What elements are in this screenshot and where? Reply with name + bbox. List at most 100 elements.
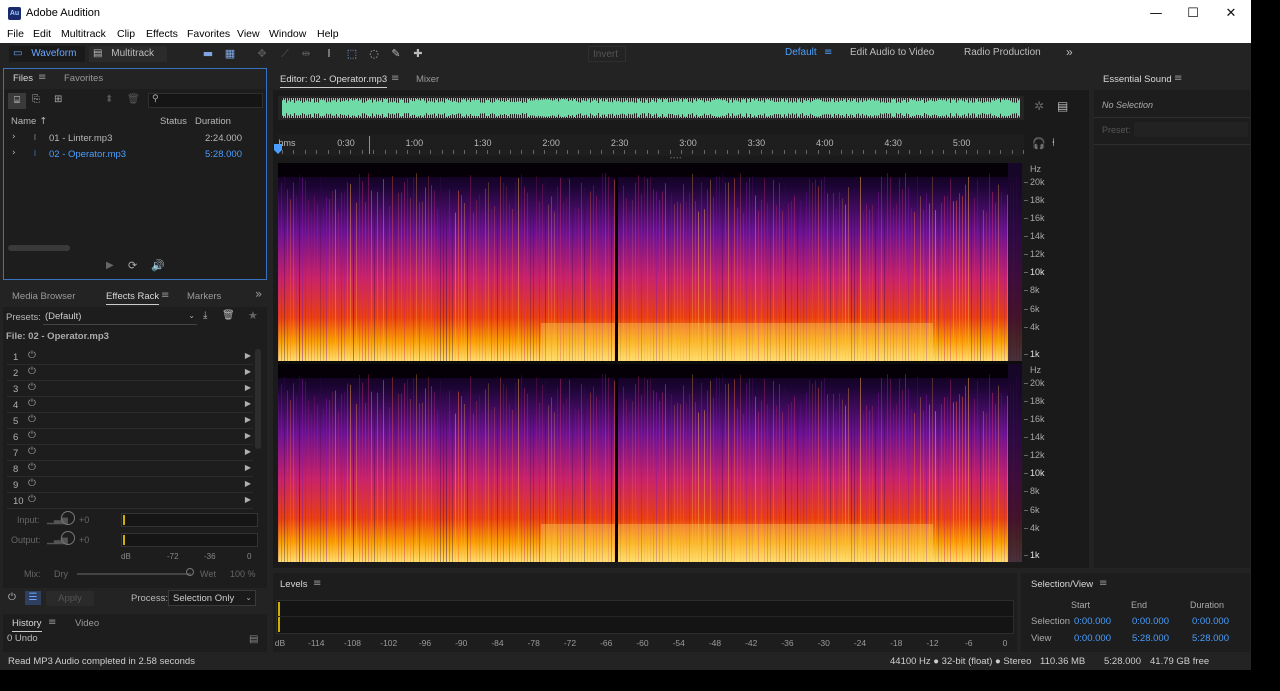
selection-end[interactable]: 0:00.000	[1132, 616, 1169, 627]
import-file-icon[interactable]: ⎘	[32, 94, 40, 105]
tab-effects-rack[interactable]: Effects Rack	[106, 291, 160, 305]
delete-file-icon[interactable]: 🗑	[127, 94, 140, 105]
tab-mixer[interactable]: Mixer	[416, 74, 439, 85]
power-icon[interactable]: ⏻	[28, 398, 36, 409]
expand-chevron-icon[interactable]: ›	[12, 132, 16, 142]
tab-history[interactable]: History	[12, 618, 42, 632]
column-duration[interactable]: Duration	[195, 116, 231, 127]
time-ruler[interactable]: hms 0:30 1:00 1:30 2:00 2:30 3:00 3:30 4:00 4:30…	[278, 134, 1024, 156]
effects-menu-icon[interactable]: ≡	[161, 290, 169, 301]
view-end[interactable]: 5:28.000	[1132, 633, 1169, 644]
power-icon[interactable]: ⏻	[28, 478, 36, 489]
zoom-to-selection-icon[interactable]: ✲	[1034, 99, 1044, 113]
rack-power-icon[interactable]: ⏻	[8, 592, 16, 603]
close-button[interactable]: ✕	[1216, 4, 1246, 24]
tab-favorites[interactable]: Favorites	[64, 73, 103, 84]
menu-file[interactable]: File	[7, 28, 24, 40]
view-duration[interactable]: 5:28.000	[1192, 633, 1229, 644]
file-row-selected[interactable]: › ⧙ 02 - Operator.mp3 5:28.000	[4, 147, 266, 163]
tab-editor[interactable]: Editor: 02 - Operator.mp3	[280, 74, 388, 88]
power-icon[interactable]: ⏻	[28, 430, 36, 441]
move-tool-icon[interactable]: ✥	[255, 47, 269, 61]
power-icon[interactable]: ⏻	[28, 414, 36, 425]
minimize-button[interactable]: —	[1141, 4, 1171, 24]
apply-button[interactable]: Apply	[46, 591, 94, 606]
show-spectral-icon[interactable]: ▦	[223, 47, 237, 61]
essential-preset-dropdown[interactable]	[1134, 122, 1248, 137]
effect-slot[interactable]: 6 ⏻ ▶	[7, 429, 253, 445]
effect-slot[interactable]: 5 ⏻ ▶	[7, 413, 253, 429]
menu-view[interactable]: View	[237, 28, 260, 40]
more-workspaces-icon[interactable]: »	[1066, 45, 1073, 59]
play-icon[interactable]: ▶	[106, 260, 114, 271]
favorite-star-icon[interactable]: ★	[248, 309, 258, 322]
autoplay-speaker-icon[interactable]: 🔊	[151, 259, 165, 272]
maximize-button[interactable]: ☐	[1178, 4, 1208, 24]
effect-slot[interactable]: 4 ⏻ ▶	[7, 397, 253, 413]
brush-tool-icon[interactable]: ✎	[389, 47, 403, 61]
power-icon[interactable]: ⏻	[28, 494, 36, 505]
mix-slider-thumb[interactable]	[186, 568, 194, 576]
workspace-default[interactable]: Default	[785, 47, 817, 58]
history-menu-icon[interactable]: ≡	[48, 617, 56, 628]
resize-grip[interactable]: ••••	[670, 156, 690, 162]
effect-slot[interactable]: 1 ⏻ ▶	[7, 349, 253, 365]
effect-slot[interactable]: 2 ⏻ ▶	[7, 365, 253, 381]
effects-scrollbar[interactable]	[255, 349, 261, 449]
effect-slot[interactable]: 3 ⏻ ▶	[7, 381, 253, 397]
slot-arrow-icon[interactable]: ▶	[245, 431, 251, 440]
slot-arrow-icon[interactable]: ▶	[245, 463, 251, 472]
expand-chevron-icon[interactable]: ›	[12, 148, 16, 158]
new-file-icon[interactable]: ⊞	[54, 94, 62, 105]
marquee-tool-icon[interactable]: ⬚	[345, 47, 359, 61]
waveform-view-button[interactable]: ▭ Waveform	[9, 46, 85, 62]
lasso-tool-icon[interactable]: ◌	[367, 47, 381, 61]
power-icon[interactable]: ⏻	[28, 446, 36, 457]
more-panels-icon[interactable]: »	[255, 287, 262, 301]
workspace-radio-production[interactable]: Radio Production	[964, 47, 1041, 58]
invert-button[interactable]: Invert	[588, 46, 626, 62]
menu-edit[interactable]: Edit	[33, 28, 51, 40]
selection-view-menu-icon[interactable]: ≡	[1099, 578, 1107, 589]
marker-pin-icon[interactable]: ⍿	[1052, 136, 1055, 150]
menu-clip[interactable]: Clip	[117, 28, 135, 40]
menu-window[interactable]: Window	[269, 28, 306, 40]
input-knob[interactable]	[61, 511, 75, 525]
selection-view-title[interactable]: Selection/View	[1031, 579, 1093, 590]
slot-arrow-icon[interactable]: ▶	[245, 495, 251, 504]
show-hud-icon[interactable]: ▤	[1057, 99, 1068, 113]
view-start[interactable]: 0:00.000	[1074, 633, 1111, 644]
column-name[interactable]: Name ↑	[11, 116, 47, 127]
spectrogram-right-channel[interactable]	[278, 364, 1022, 562]
slot-arrow-icon[interactable]: ▶	[245, 367, 251, 376]
essential-sound-title[interactable]: Essential Sound	[1103, 74, 1172, 85]
column-status[interactable]: Status	[160, 116, 187, 127]
essential-sound-menu-icon[interactable]: ≡	[1174, 73, 1182, 84]
effect-slot[interactable]: 9 ⏻ ▶	[7, 477, 253, 493]
open-file-icon[interactable]: ⌸	[8, 93, 26, 109]
multitrack-view-button[interactable]: ▤ Multitrack	[89, 46, 167, 62]
slot-arrow-icon[interactable]: ▶	[245, 399, 251, 408]
time-selection-tool-icon[interactable]: I	[322, 47, 336, 61]
slot-arrow-icon[interactable]: ▶	[245, 415, 251, 424]
tab-markers[interactable]: Markers	[187, 291, 221, 302]
files-search-input[interactable]: ⚲	[148, 93, 263, 108]
selection-start[interactable]: 0:00.000	[1074, 616, 1111, 627]
headphones-icon[interactable]: 🎧	[1032, 137, 1046, 150]
tab-files[interactable]: Files	[13, 73, 33, 84]
effect-slot[interactable]: 8 ⏻ ▶	[7, 461, 253, 477]
menu-favorites[interactable]: Favorites	[187, 28, 230, 40]
spot-healing-tool-icon[interactable]: ✚	[411, 47, 425, 61]
tab-video[interactable]: Video	[75, 618, 99, 629]
save-preset-icon[interactable]: ⤓	[203, 310, 207, 321]
presets-dropdown[interactable]: (Default) ⌄	[43, 309, 197, 325]
slot-arrow-icon[interactable]: ▶	[245, 447, 251, 456]
editor-menu-icon[interactable]: ≡	[391, 73, 399, 84]
effect-slot[interactable]: 10 ⏻ ▶	[7, 493, 253, 509]
mix-slider[interactable]	[77, 573, 191, 575]
loop-icon[interactable]: ⟳	[128, 259, 137, 272]
levels-menu-icon[interactable]: ≡	[313, 578, 321, 589]
power-icon[interactable]: ⏻	[28, 350, 36, 361]
process-dropdown[interactable]: Selection Only ⌄	[168, 590, 256, 606]
razor-tool-icon[interactable]: ⟋	[278, 47, 292, 61]
